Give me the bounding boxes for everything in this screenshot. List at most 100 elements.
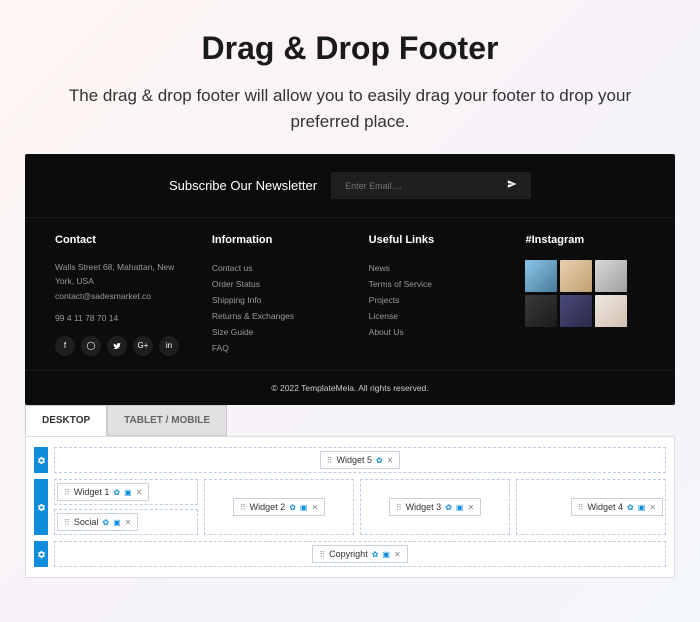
list-item[interactable]: Projects <box>369 292 502 308</box>
facebook-icon[interactable]: f <box>55 336 75 356</box>
gear-icon[interactable]: ✿ <box>113 488 120 497</box>
list-item[interactable]: Shipping Info <box>212 292 345 308</box>
builder-row: ⠿ Copyright ✿ ▣ ✕ <box>34 541 666 567</box>
list-item[interactable]: License <box>369 308 502 324</box>
useful-title: Useful Links <box>369 234 502 246</box>
footer-col-instagram: #Instagram <box>525 234 645 356</box>
linkedin-icon[interactable]: in <box>159 336 179 356</box>
list-item[interactable]: Terms of Service <box>369 276 502 292</box>
list-item[interactable]: About Us <box>369 324 502 340</box>
page-subtitle: The drag & drop footer will allow you to… <box>60 83 640 134</box>
footer-col-contact: Contact Walls Street 68, Mahattan, New Y… <box>55 234 188 356</box>
instagram-image[interactable] <box>595 295 627 327</box>
widget-item[interactable]: ⠿ Widget 3 ✿ ▣ ✕ <box>389 498 481 516</box>
grip-icon: ⠿ <box>327 456 333 465</box>
close-icon[interactable]: ✕ <box>467 503 474 512</box>
drop-cell[interactable]: ⠿ Widget 1 ✿ ▣ ✕ <box>54 479 198 505</box>
gear-icon[interactable]: ✿ <box>372 550 379 559</box>
duplicate-icon[interactable]: ▣ <box>113 518 121 527</box>
tab-desktop[interactable]: DESKTOP <box>25 405 107 436</box>
contact-phone: 99 4 11 78 70 14 <box>55 311 188 325</box>
gear-icon[interactable]: ✿ <box>627 503 634 512</box>
grip-icon: ⠿ <box>64 488 70 497</box>
duplicate-icon[interactable]: ▣ <box>124 488 132 497</box>
list-item[interactable]: News <box>369 260 502 276</box>
widget-item[interactable]: ⠿ Widget 2 ✿ ▣ ✕ <box>233 498 325 516</box>
list-item[interactable]: Order Status <box>212 276 345 292</box>
instagram-image[interactable] <box>525 295 557 327</box>
widget-item[interactable]: ⠿ Social ✿ ▣ ✕ <box>57 513 138 531</box>
contact-email: contact@sadesmarket.co <box>55 289 188 303</box>
gear-icon[interactable]: ✿ <box>289 503 296 512</box>
grip-icon: ⠿ <box>578 503 584 512</box>
grip-icon: ⠿ <box>240 503 246 512</box>
twitter-icon[interactable] <box>107 336 127 356</box>
widget-label: Copyright <box>329 549 368 559</box>
drop-cell[interactable]: ⠿ Widget 2 ✿ ▣ ✕ <box>204 479 354 535</box>
widget-label: Social <box>74 517 99 527</box>
drop-cell[interactable]: ⠿ Copyright ✿ ▣ ✕ <box>54 541 666 567</box>
gear-icon[interactable]: ✿ <box>102 518 109 527</box>
close-icon[interactable]: ✕ <box>311 503 318 512</box>
widget-label: Widget 5 <box>336 455 372 465</box>
newsletter-label: Subscribe Our Newsletter <box>169 178 317 193</box>
row-settings-handle[interactable] <box>34 479 48 535</box>
information-list: Contact us Order Status Shipping Info Re… <box>212 260 345 356</box>
social-links: f ◯ G+ in <box>55 336 188 356</box>
row-settings-handle[interactable] <box>34 541 48 567</box>
instagram-image[interactable] <box>595 260 627 292</box>
drop-cell[interactable]: ⠿ Widget 3 ✿ ▣ ✕ <box>360 479 510 535</box>
list-item[interactable]: Size Guide <box>212 324 345 340</box>
grip-icon: ⠿ <box>319 550 325 559</box>
widget-item[interactable]: ⠿ Widget 4 ✿ ▣ ✕ <box>571 498 663 516</box>
drop-cell[interactable]: ⠿ Widget 4 ✿ ▣ ✕ <box>516 479 666 535</box>
drop-cell[interactable]: ⠿ Social ✿ ▣ ✕ <box>54 509 198 535</box>
instagram-image[interactable] <box>560 295 592 327</box>
close-icon[interactable]: ✕ <box>125 518 132 527</box>
drop-cell[interactable]: ⠿ Widget 5 ✿ ✕ <box>54 447 666 473</box>
duplicate-icon[interactable]: ▣ <box>300 503 308 512</box>
builder-tabs: DESKTOP TABLET / MOBILE <box>25 405 675 436</box>
grip-icon: ⠿ <box>396 503 402 512</box>
googleplus-icon[interactable]: G+ <box>133 336 153 356</box>
drop-area: ⠿ Widget 5 ✿ ✕ ⠿ Widget 1 ✿ ▣ ✕ <box>25 436 675 578</box>
contact-title: Contact <box>55 234 188 246</box>
send-icon[interactable] <box>507 179 517 192</box>
widget-item[interactable]: ⠿ Widget 5 ✿ ✕ <box>320 451 401 469</box>
close-icon[interactable]: ✕ <box>387 456 394 465</box>
close-icon[interactable]: ✕ <box>649 503 656 512</box>
widget-label: Widget 1 <box>74 487 110 497</box>
instagram-image[interactable] <box>525 260 557 292</box>
newsletter-email-input[interactable] <box>345 181 507 191</box>
contact-address: Walls Street 68, Mahattan, New York, USA <box>55 260 188 289</box>
page-title: Drag & Drop Footer <box>60 30 640 67</box>
widget-item[interactable]: ⠿ Copyright ✿ ▣ ✕ <box>312 545 407 563</box>
information-title: Information <box>212 234 345 246</box>
duplicate-icon[interactable]: ▣ <box>638 503 646 512</box>
instagram-icon[interactable]: ◯ <box>81 336 101 356</box>
list-item[interactable]: FAQ <box>212 340 345 356</box>
close-icon[interactable]: ✕ <box>394 550 401 559</box>
widget-label: Widget 4 <box>588 502 624 512</box>
duplicate-icon[interactable]: ▣ <box>382 550 390 559</box>
tab-tablet-mobile[interactable]: TABLET / MOBILE <box>107 405 227 436</box>
footer-builder: DESKTOP TABLET / MOBILE ⠿ Widget 5 ✿ ✕ <box>25 405 675 578</box>
widget-label: Widget 3 <box>406 502 442 512</box>
copyright-text: © 2022 TemplateMela. All rights reserved… <box>25 370 675 405</box>
duplicate-icon[interactable]: ▣ <box>456 503 464 512</box>
instagram-image[interactable] <box>560 260 592 292</box>
close-icon[interactable]: ✕ <box>136 488 143 497</box>
footer-preview: Subscribe Our Newsletter Contact Walls S… <box>25 154 675 405</box>
footer-col-useful: Useful Links News Terms of Service Proje… <box>369 234 502 356</box>
row-settings-handle[interactable] <box>34 447 48 473</box>
list-item[interactable]: Contact us <box>212 260 345 276</box>
gear-icon[interactable]: ✿ <box>445 503 452 512</box>
builder-row: ⠿ Widget 1 ✿ ▣ ✕ ⠿ Social ✿ ▣ ✕ <box>34 479 666 535</box>
newsletter-input-group <box>331 172 531 199</box>
newsletter-bar: Subscribe Our Newsletter <box>25 154 675 217</box>
widget-item[interactable]: ⠿ Widget 1 ✿ ▣ ✕ <box>57 483 149 501</box>
instagram-title: #Instagram <box>525 234 645 246</box>
footer-col-information: Information Contact us Order Status Ship… <box>212 234 345 356</box>
gear-icon[interactable]: ✿ <box>376 456 383 465</box>
list-item[interactable]: Returns & Exchanges <box>212 308 345 324</box>
